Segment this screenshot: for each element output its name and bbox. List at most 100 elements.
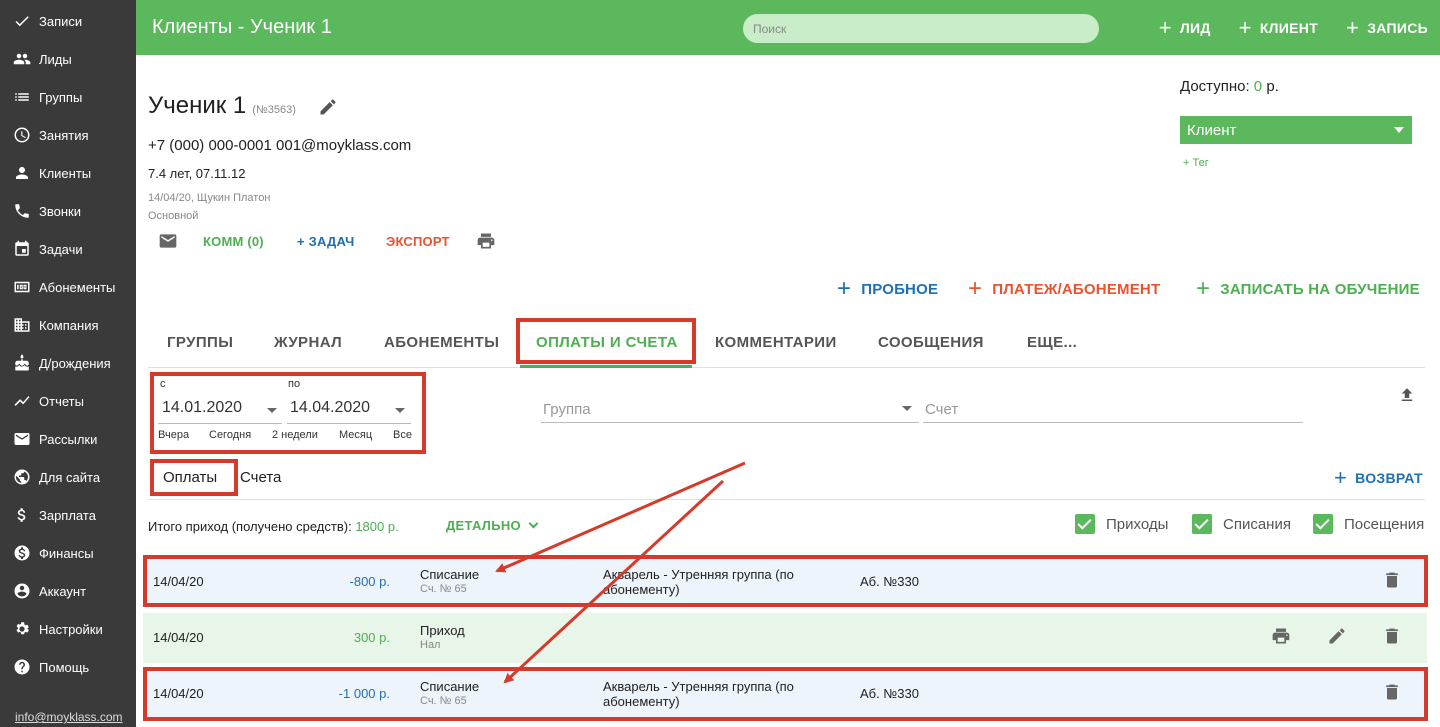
client-created: 14/04/20, Щукин Платон	[148, 192, 271, 204]
sidebar-item-label: Компания	[39, 317, 99, 333]
people-icon	[12, 49, 32, 69]
balance-label: Доступно:	[1180, 78, 1250, 95]
hundred-icon	[12, 277, 32, 297]
group-select[interactable]: Группа	[543, 401, 591, 418]
balance-unit: р.	[1266, 78, 1279, 95]
money-circle-icon	[12, 543, 32, 563]
sidebar-item-reports[interactable]: Отчеты	[0, 382, 136, 420]
filter-visits-checkbox[interactable]: Посещения	[1313, 514, 1424, 534]
edit-icon[interactable]	[318, 97, 338, 117]
account-icon	[12, 581, 32, 601]
sidebar-item-label: Записи	[39, 13, 83, 29]
sidebar-item-label: Аккаунт	[39, 583, 87, 599]
globe-icon	[12, 467, 32, 487]
sidebar-item-finance[interactable]: Финансы	[0, 534, 136, 572]
tab-messages[interactable]: СООБЩЕНИЯ	[878, 334, 984, 351]
income-total-label: Итого приход (получено средств):	[148, 519, 352, 534]
client-tabs: ГРУППЫ ЖУРНАЛ АБОНЕМЕНТЫ ОПЛАТЫ И СЧЕТА …	[148, 318, 1425, 368]
checkbox-label: Приходы	[1106, 515, 1169, 533]
invoice-input[interactable]: Счет	[925, 401, 958, 418]
add-record-button[interactable]: + ЗАПИСЬ	[1346, 16, 1428, 39]
sidebar-item-subscriptions[interactable]: Абонементы	[0, 268, 136, 306]
client-age: 7.4 лет, 07.11.12	[148, 166, 246, 181]
status-select[interactable]: Клиент	[1180, 116, 1412, 144]
sidebar-item-label: Группы	[39, 89, 83, 105]
refund-button[interactable]: + ВОЗВРАТ	[1334, 467, 1423, 489]
tab-journal[interactable]: ЖУРНАЛ	[274, 334, 342, 351]
sidebar-item-label: Занятия	[39, 127, 89, 143]
client-branch: Основной	[148, 210, 199, 222]
print-icon[interactable]	[1271, 626, 1291, 646]
balance: Доступно: 0 р.	[1180, 78, 1279, 95]
enroll-button[interactable]: + ЗАПИСАТЬ НА ОБУЧЕНИЕ	[1196, 277, 1420, 301]
export-button[interactable]: ЭКСПОРТ	[386, 234, 450, 249]
plus-icon: +	[837, 275, 852, 302]
active-tab-indicator	[520, 365, 692, 368]
filter-income-checkbox[interactable]: Приходы	[1075, 514, 1168, 534]
sidebar-item-label: Д/рождения	[39, 355, 111, 371]
group-dropdown-icon[interactable]	[902, 406, 912, 411]
tab-groups[interactable]: ГРУППЫ	[167, 334, 233, 351]
edit-icon[interactable]	[1327, 626, 1347, 646]
search-input[interactable]	[743, 14, 1099, 43]
add-tag-link[interactable]: + Тег	[1183, 157, 1209, 169]
add-client-button[interactable]: + КЛИЕНТ	[1239, 16, 1318, 39]
sidebar-item-settings[interactable]: Настройки	[0, 610, 136, 648]
sidebar-item-account[interactable]: Аккаунт	[0, 572, 136, 610]
tab-subscriptions[interactable]: АБОНЕМЕНТЫ	[384, 334, 499, 351]
page-title: Клиенты - Ученик 1	[152, 16, 332, 38]
tab-comments[interactable]: КОММЕНТАРИИ	[715, 334, 837, 351]
sidebar-item-lessons[interactable]: Занятия	[0, 116, 136, 154]
add-task-button[interactable]: + ЗАДАЧ	[297, 234, 354, 249]
calendar-icon	[12, 239, 32, 259]
sidebar-item-calls[interactable]: Звонки	[0, 192, 136, 230]
delete-icon[interactable]	[1382, 626, 1402, 646]
subtab-divider	[148, 499, 1425, 500]
add-lead-button[interactable]: + ЛИД	[1159, 16, 1211, 39]
filter-writeoff-checkbox[interactable]: Списания	[1192, 514, 1291, 534]
checkbox-label: Посещения	[1344, 515, 1425, 533]
subtab-invoices[interactable]: Счета	[240, 469, 281, 486]
sidebar-item-salary[interactable]: Зарплата	[0, 496, 136, 534]
sidebar-item-website[interactable]: Для сайта	[0, 458, 136, 496]
sidebar-item-mailings[interactable]: Рассылки	[0, 420, 136, 458]
sidebar-item-help[interactable]: Помощь	[0, 648, 136, 686]
refund-label: ВОЗВРАТ	[1355, 470, 1423, 486]
enroll-label: ЗАПИСАТЬ НА ОБУЧЕНИЕ	[1220, 280, 1420, 298]
comments-button[interactable]: КОММ (0)	[203, 234, 264, 249]
trial-button[interactable]: + ПРОБНОЕ	[837, 277, 938, 301]
print-icon[interactable]	[476, 231, 496, 251]
sidebar-item-tasks[interactable]: Задачи	[0, 230, 136, 268]
detail-toggle[interactable]: ДЕТАЛЬНО	[446, 518, 539, 533]
sidebar-item-company[interactable]: Компания	[0, 306, 136, 344]
dropdown-arrow-icon	[1394, 127, 1404, 133]
sidebar-item-label: Зарплата	[39, 507, 96, 523]
tab-more[interactable]: ЕЩЕ...	[1027, 334, 1077, 351]
sidebar-item-label: Настройки	[39, 621, 103, 637]
sidebar-item-leads[interactable]: Лиды	[0, 40, 136, 78]
checkbox-checked-icon	[1075, 514, 1095, 534]
sidebar-item-label: Задачи	[39, 241, 83, 257]
sidebar-item-clients[interactable]: Клиенты	[0, 154, 136, 192]
sidebar-item-groups[interactable]: Группы	[0, 78, 136, 116]
sidebar-item-label: Абонементы	[39, 279, 116, 295]
payment-button[interactable]: + ПЛАТЕЖ/АБОНЕМЕНТ	[968, 277, 1160, 301]
sidebar-item-records[interactable]: Записи	[0, 2, 136, 40]
highlight-box	[516, 318, 696, 364]
sidebar-item-label: Финансы	[39, 545, 94, 561]
check-icon	[12, 11, 32, 31]
row-type: Приход Нал	[420, 623, 465, 651]
top-actions: + ЛИД + КЛИЕНТ + ЗАПИСЬ	[1159, 0, 1440, 55]
sidebar-item-label: Для сайта	[39, 469, 101, 485]
list-icon	[12, 87, 32, 107]
sidebar-item-birthdays[interactable]: Д/рождения	[0, 344, 136, 382]
table-row[interactable]: 14/04/20 300 р. Приход Нал	[143, 613, 1427, 663]
top-bar: Клиенты - Ученик 1 + ЛИД + КЛИЕНТ + ЗАПИСЬ	[136, 0, 1440, 55]
support-email-link[interactable]: info@moyklass.com	[15, 710, 123, 724]
help-icon	[12, 657, 32, 677]
upload-icon[interactable]	[1398, 386, 1416, 404]
mail-icon[interactable]	[158, 231, 178, 251]
plus-icon: +	[1334, 465, 1348, 490]
sidebar-item-label: Рассылки	[39, 431, 98, 447]
gear-icon	[12, 619, 32, 639]
